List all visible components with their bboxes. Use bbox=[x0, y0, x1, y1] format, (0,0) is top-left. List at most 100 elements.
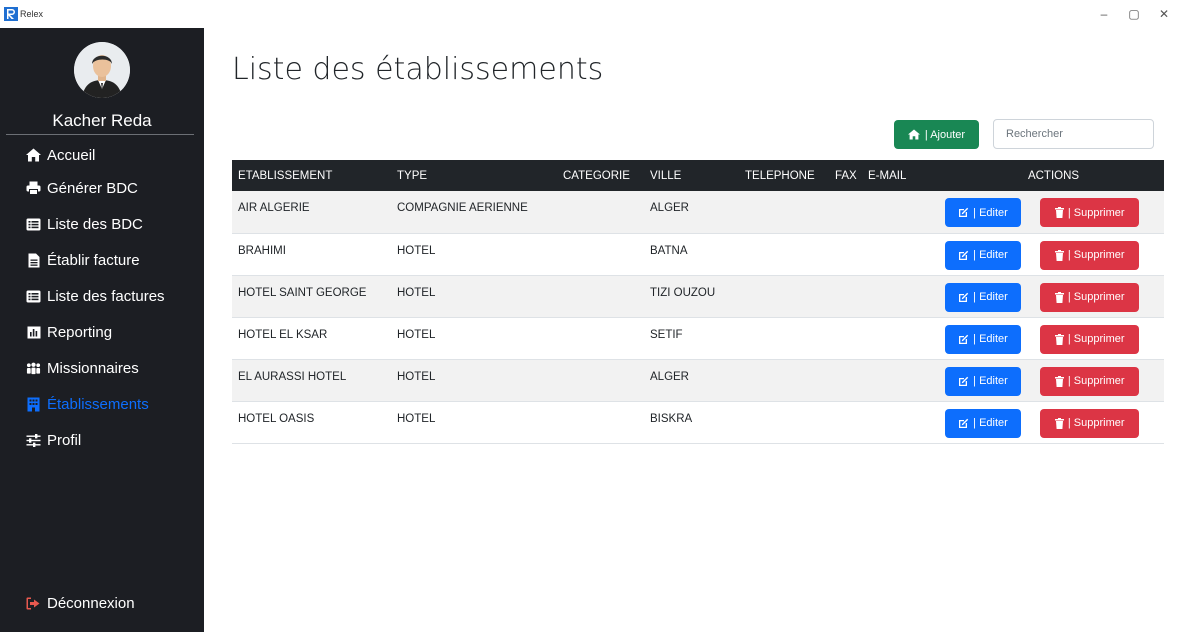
cell-ville: ALGER bbox=[650, 202, 689, 214]
cell-categorie bbox=[557, 233, 644, 275]
sidebar-item-missionnaires[interactable]: Missionnaires bbox=[0, 350, 204, 386]
sidebar-item-label: Accueil bbox=[47, 146, 96, 164]
edit-button[interactable]: | Editer bbox=[945, 282, 1021, 312]
column-header-categorie[interactable]: CATEGORIE bbox=[557, 160, 644, 191]
avatar bbox=[74, 42, 130, 98]
cell-email bbox=[862, 359, 937, 401]
sidebar-item-label: Établissements bbox=[47, 395, 149, 413]
table-header-row: ETABLISSEMENT TYPE CATEGORIE VILLE TELEP… bbox=[232, 160, 1164, 191]
edit-button[interactable]: | Editer bbox=[945, 198, 1021, 227]
delete-button[interactable]: | Supprimer bbox=[1040, 198, 1140, 227]
sidebar-item-label: Reporting bbox=[47, 323, 113, 341]
sidebar-item-accueil[interactable]: Accueil bbox=[0, 140, 204, 170]
edit-icon bbox=[959, 334, 969, 344]
trash-icon bbox=[1054, 291, 1064, 303]
delete-button[interactable]: | Supprimer bbox=[1040, 366, 1140, 396]
sidebar-item-liste-factures[interactable]: Liste des factures bbox=[0, 278, 204, 314]
close-button[interactable]: ✕ bbox=[1149, 0, 1179, 28]
column-header-etablissement[interactable]: ETABLISSEMENT bbox=[232, 160, 391, 191]
cell-email bbox=[862, 317, 937, 359]
logout-icon bbox=[26, 596, 41, 611]
sidebar-item-reporting[interactable]: Reporting bbox=[0, 314, 204, 350]
window-title-bar: Relex – ▢ ✕ bbox=[0, 0, 1179, 28]
maximize-button[interactable]: ▢ bbox=[1119, 0, 1149, 28]
table-row: EL AURASSI HOTEL HOTEL ALGER | Editer | … bbox=[232, 359, 1164, 401]
cell-actions: | Editer | Supprimer bbox=[937, 233, 1164, 275]
search-input[interactable] bbox=[993, 119, 1154, 149]
table-row: HOTEL OASIS HOTEL BISKRA | Editer | Supp… bbox=[232, 401, 1164, 443]
list-icon bbox=[26, 289, 41, 304]
delete-button[interactable]: | Supprimer bbox=[1040, 408, 1140, 438]
edit-icon bbox=[959, 250, 969, 260]
trash-icon bbox=[1054, 249, 1064, 261]
cell-etablissement: BRAHIMI bbox=[238, 244, 286, 257]
edit-icon bbox=[959, 376, 969, 386]
edit-button-label: | Editer bbox=[973, 417, 1008, 429]
sidebar-item-profil[interactable]: Profil bbox=[0, 422, 204, 458]
sliders-icon bbox=[26, 433, 41, 448]
column-header-ville[interactable]: VILLE bbox=[644, 160, 739, 191]
home-icon bbox=[26, 148, 41, 163]
cell-ville: SETIF bbox=[650, 328, 683, 341]
cell-telephone bbox=[739, 233, 829, 275]
edit-button[interactable]: | Editer bbox=[945, 408, 1021, 438]
trash-icon bbox=[1054, 417, 1064, 429]
file-icon bbox=[26, 253, 41, 268]
sidebar-item-liste-bdc[interactable]: Liste des BDC bbox=[0, 206, 204, 242]
cell-type: HOTEL bbox=[397, 286, 436, 299]
sidebar-item-label: Générer BDC bbox=[47, 179, 138, 197]
sidebar-item-generer-bdc[interactable]: Générer BDC bbox=[0, 170, 204, 206]
sidebar-item-etablir-facture[interactable]: Établir facture bbox=[0, 242, 204, 278]
edit-icon bbox=[959, 292, 969, 302]
column-header-telephone[interactable]: TELEPHONE bbox=[739, 160, 829, 191]
chart-icon bbox=[26, 325, 41, 340]
user-name: Kacher Reda bbox=[52, 111, 152, 130]
sidebar-nav: Accueil Générer BDC Liste des BDC Établi… bbox=[0, 140, 204, 458]
cell-categorie bbox=[557, 191, 644, 233]
minimize-button[interactable]: – bbox=[1089, 0, 1119, 28]
cell-telephone bbox=[739, 317, 829, 359]
trash-icon bbox=[1054, 207, 1064, 218]
cell-fax bbox=[829, 401, 862, 443]
edit-button[interactable]: | Editer bbox=[945, 240, 1021, 270]
cell-etablissement: HOTEL SAINT GEORGE bbox=[238, 286, 367, 299]
establishments-table: ETABLISSEMENT TYPE CATEGORIE VILLE TELEP… bbox=[232, 160, 1164, 444]
cell-actions: | Editer | Supprimer bbox=[937, 359, 1164, 401]
sidebar-item-etablissements[interactable]: Établissements bbox=[0, 386, 204, 422]
cell-telephone bbox=[739, 275, 829, 317]
list-icon bbox=[26, 217, 41, 232]
cell-type: HOTEL bbox=[397, 244, 436, 257]
column-header-fax[interactable]: FAX bbox=[829, 160, 862, 191]
cell-fax bbox=[829, 275, 862, 317]
cell-actions: | Editer | Supprimer bbox=[937, 275, 1164, 317]
column-header-email[interactable]: E-MAIL bbox=[862, 160, 937, 191]
edit-button-label: | Editer bbox=[973, 291, 1008, 303]
cell-email bbox=[862, 401, 937, 443]
add-establishment-button[interactable]: | Ajouter bbox=[894, 120, 979, 149]
logout-button[interactable]: Déconnexion bbox=[0, 588, 204, 618]
app-logo-icon bbox=[4, 7, 18, 21]
page-title: Liste des établissements bbox=[232, 52, 604, 87]
cell-etablissement: HOTEL OASIS bbox=[238, 412, 315, 425]
delete-button-label: | Supprimer bbox=[1067, 333, 1125, 345]
logout-label: Déconnexion bbox=[47, 594, 135, 612]
delete-button[interactable]: | Supprimer bbox=[1040, 324, 1140, 354]
cell-categorie bbox=[557, 317, 644, 359]
sidebar-item-label: Profil bbox=[47, 431, 82, 449]
cell-etablissement: HOTEL EL KSAR bbox=[238, 328, 328, 341]
home-icon bbox=[907, 129, 920, 140]
column-header-type[interactable]: TYPE bbox=[391, 160, 557, 191]
sidebar-item-label: Établir facture bbox=[47, 251, 140, 269]
user-avatar-icon bbox=[74, 42, 130, 98]
edit-button-label: | Editer bbox=[973, 333, 1008, 345]
edit-button[interactable]: | Editer bbox=[945, 324, 1021, 354]
cell-fax bbox=[829, 317, 862, 359]
cell-categorie bbox=[557, 359, 644, 401]
table-row: HOTEL SAINT GEORGE HOTEL TIZI OUZOU | Ed… bbox=[232, 275, 1164, 317]
delete-button[interactable]: | Supprimer bbox=[1040, 240, 1140, 270]
delete-button[interactable]: | Supprimer bbox=[1040, 282, 1140, 312]
edit-button[interactable]: | Editer bbox=[945, 366, 1021, 396]
column-header-actions: ACTIONS bbox=[1027, 169, 1080, 182]
add-button-label: | Ajouter bbox=[924, 128, 966, 141]
delete-button-label: | Supprimer bbox=[1067, 375, 1125, 387]
